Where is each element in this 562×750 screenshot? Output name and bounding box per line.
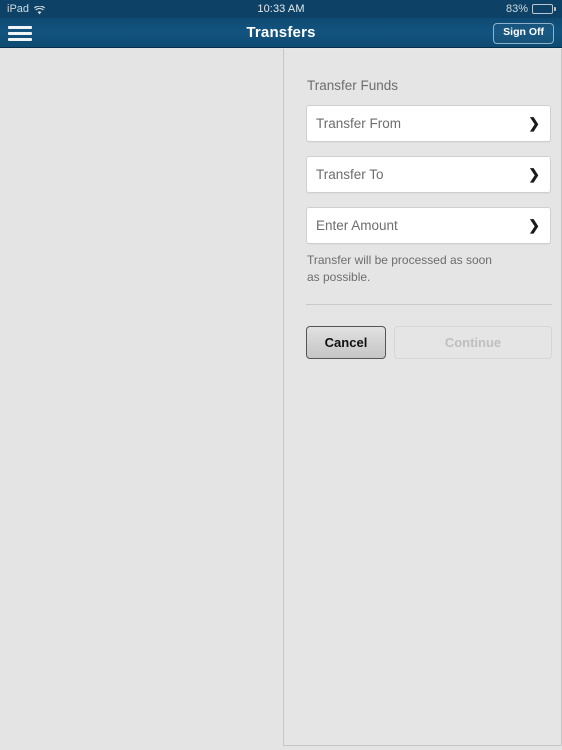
transfer-to-label: Transfer To — [316, 167, 384, 182]
page-title: Transfers — [246, 24, 316, 41]
enter-amount-label: Enter Amount — [316, 218, 398, 233]
continue-button[interactable]: Continue — [394, 326, 552, 359]
section-title: Transfer Funds — [307, 78, 399, 93]
transfer-funds-panel: Transfer Funds Transfer From ❯ Transfer … — [283, 49, 562, 746]
section-divider — [306, 304, 552, 305]
chevron-right-icon: ❯ — [528, 217, 540, 233]
sign-off-button[interactable]: Sign Off — [493, 23, 554, 44]
transfer-from-label: Transfer From — [316, 116, 402, 131]
chevron-right-icon: ❯ — [528, 115, 540, 131]
battery-icon — [532, 4, 556, 14]
transfer-from-field[interactable]: Transfer From ❯ — [306, 105, 551, 142]
chevron-right-icon: ❯ — [528, 166, 540, 182]
cancel-button[interactable]: Cancel — [306, 326, 386, 359]
status-bar: iPad 10:33 AM 83% — [0, 0, 562, 18]
battery-percent-label: 83% — [505, 3, 528, 15]
transfer-to-field[interactable]: Transfer To ❯ — [306, 156, 551, 193]
left-pane — [0, 49, 283, 750]
status-bar-right: 83% — [506, 3, 556, 15]
processing-note: Transfer will be processed as soon as po… — [307, 253, 492, 285]
content-area: Transfer Funds Transfer From ❯ Transfer … — [0, 49, 562, 750]
enter-amount-field[interactable]: Enter Amount ❯ — [306, 207, 551, 244]
navigation-bar: Transfers Sign Off — [0, 18, 562, 48]
status-bar-time: 10:33 AM — [257, 3, 305, 15]
